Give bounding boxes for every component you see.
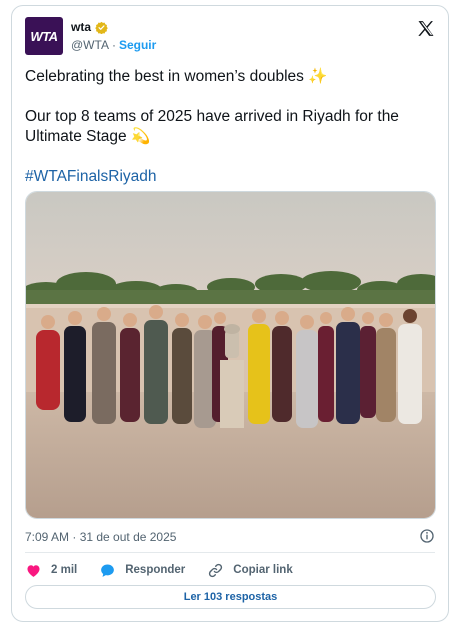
- reply-label: Responder: [125, 564, 186, 576]
- read-replies-button[interactable]: Ler 103 respostas: [25, 585, 436, 609]
- team-group-photo: [26, 192, 435, 518]
- divider: [25, 552, 435, 553]
- reply-bubble-icon: [101, 563, 115, 577]
- author-name[interactable]: wta: [71, 20, 91, 34]
- read-replies-label: Ler 103 respostas: [183, 591, 278, 603]
- follow-button[interactable]: Seguir: [119, 38, 156, 52]
- avatar-logo-text: WTA: [30, 28, 58, 44]
- like-button[interactable]: 2 mil: [25, 562, 77, 579]
- info-icon[interactable]: [419, 528, 435, 544]
- tweet-header: WTA wta @WTA · Seguir: [25, 17, 436, 57]
- hashtag-link[interactable]: #WTAFinalsRiyadh: [25, 168, 157, 185]
- author-handle[interactable]: @WTA: [71, 38, 109, 52]
- handle-row: @WTA · Seguir: [71, 38, 156, 52]
- avatar[interactable]: WTA: [25, 17, 63, 55]
- copy-link-button[interactable]: Copiar link: [207, 562, 293, 579]
- like-count: 2 mil: [51, 564, 78, 576]
- action-bar: 2 mil Responder Copiar link: [25, 560, 315, 580]
- tweet-photo[interactable]: [25, 191, 436, 519]
- copy-link-label: Copiar link: [233, 564, 293, 576]
- separator-dot: ·: [111, 38, 116, 52]
- tweet-line-1: Celebrating the best in women’s doubles …: [25, 68, 328, 85]
- tweet-text: Celebrating the best in women’s doubles …: [25, 67, 435, 207]
- verified-badge-icon: [95, 21, 108, 34]
- tweet-meta: 7:09 AM · 31 de out de 2025: [25, 528, 435, 544]
- tweet-line-2: Our top 8 teams of 2025 have arrived in …: [25, 108, 399, 145]
- heart-icon: [27, 564, 40, 577]
- timestamp[interactable]: 7:09 AM · 31 de out de 2025: [25, 530, 176, 544]
- link-icon: [209, 563, 223, 577]
- tweet-card: WTA wta @WTA · Seguir Celebrating the be…: [11, 5, 449, 622]
- author-name-row: wta: [71, 20, 108, 34]
- reply-button[interactable]: Responder: [99, 562, 185, 579]
- x-logo-icon[interactable]: [416, 19, 436, 39]
